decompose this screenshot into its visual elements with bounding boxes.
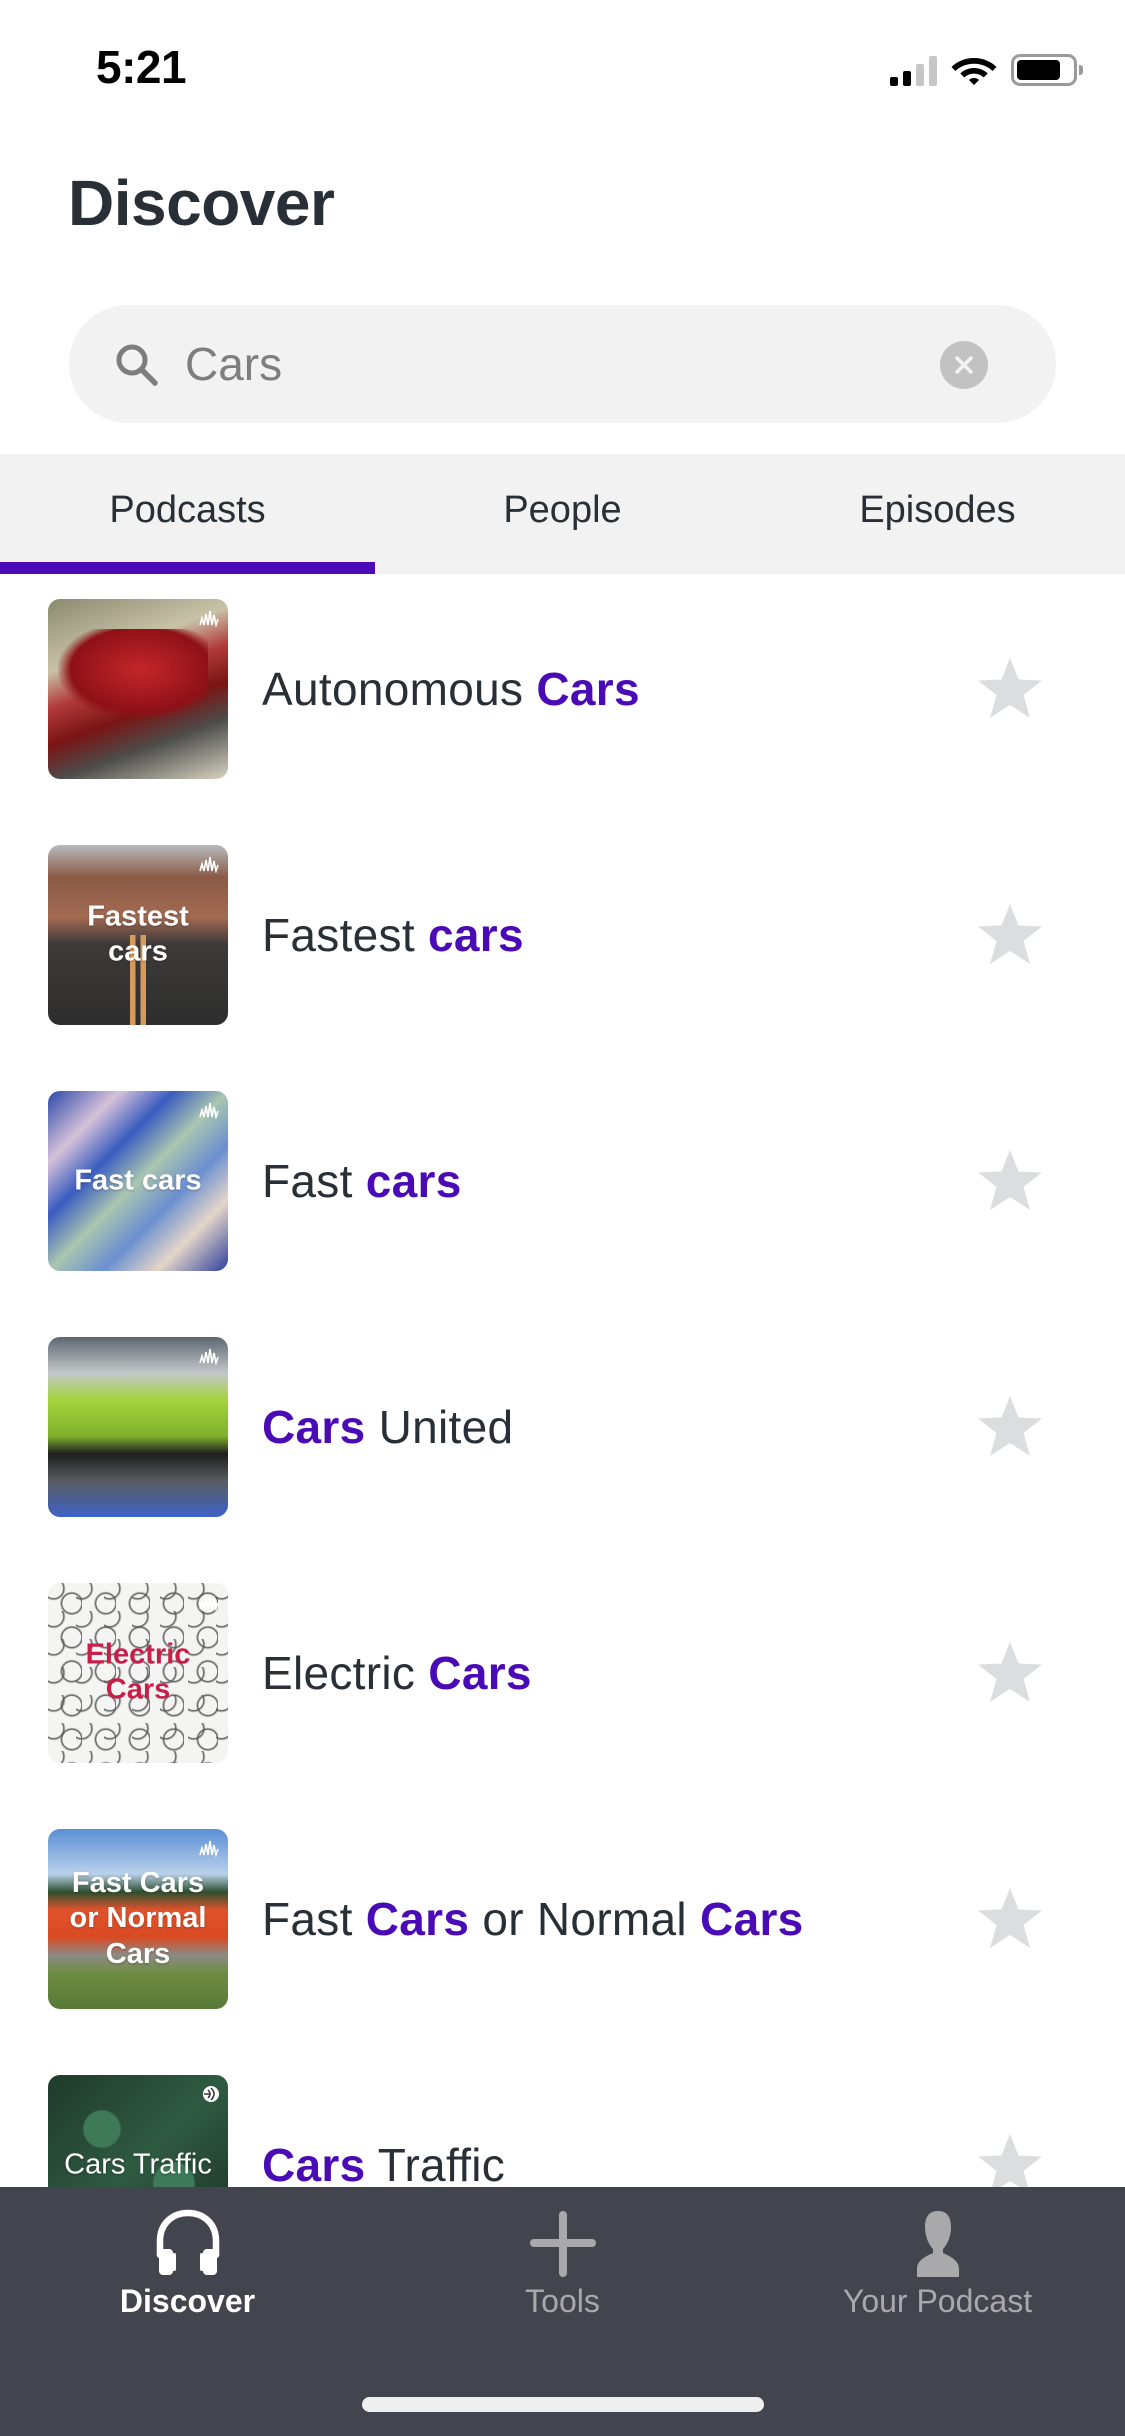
title-text: Fast [262, 1155, 366, 1207]
title-text: Fastest [262, 909, 429, 961]
favorite-star-icon[interactable] [976, 1640, 1044, 1706]
person-icon [916, 2211, 959, 2277]
podcast-title: Fast Cars or Normal Cars [262, 1892, 804, 1946]
title-text: Electric [262, 1647, 429, 1699]
artwork-title: Fastest cars [87, 900, 189, 968]
status-icons [890, 52, 1083, 86]
title-match-highlight: cars [365, 1155, 462, 1207]
podcast-result-row[interactable]: Fast Cars or Normal Cars Fast Cars or Nor… [0, 1804, 1125, 2050]
title-text: Fast [262, 1893, 366, 1945]
tab-podcasts[interactable]: Podcasts [0, 454, 375, 574]
title-match-highlight: cars [428, 909, 524, 961]
title-match-highlight: Cars [365, 1893, 470, 1945]
podcast-artwork: Fast Cars or Normal Cars [48, 1829, 228, 2009]
title-text: Traffic [365, 2139, 506, 2187]
podcast-artwork: Electric Cars [48, 1583, 228, 1763]
signal-bar [929, 56, 937, 86]
anchor-icon [199, 1348, 219, 1365]
podcast-artwork [48, 1337, 228, 1517]
status-bar: 5:21 [0, 0, 1125, 132]
podcast-title: Fastest cars [262, 908, 524, 962]
results-tabs: Podcasts People Episodes [0, 454, 1125, 574]
podcast-artwork: Fastest cars [48, 845, 228, 1025]
podcast-title: Fast cars [262, 1154, 462, 1208]
title-match-highlight: Cars [262, 2139, 366, 2187]
headphones-icon [156, 2209, 219, 2275]
tabbar-label: Your Podcast [842, 2283, 1033, 2319]
podcast-result-row[interactable]: Autonomous Cars [0, 574, 1125, 820]
anchor-icon [199, 1840, 219, 1857]
signal-bar [903, 71, 911, 86]
tabbar-discover[interactable]: Discover [0, 2187, 375, 2337]
podcast-artwork: Fast cars [48, 1091, 228, 1271]
favorite-star-icon[interactable] [976, 656, 1044, 722]
tabbar-label: Discover [119, 2283, 256, 2319]
title-text: or Normal [469, 1893, 701, 1945]
anchor-icon [199, 1102, 219, 1119]
tabbar-your-podcast[interactable]: Your Podcast [750, 2187, 1125, 2337]
podcast-result-row[interactable]: Cars United [0, 1312, 1125, 1558]
podcast-title: Cars United [262, 1400, 513, 1454]
favorite-star-icon[interactable] [976, 1148, 1044, 1214]
favorite-star-icon[interactable] [976, 902, 1044, 968]
page-title: Discover [68, 167, 335, 239]
title-match-highlight: Cars [700, 1893, 804, 1945]
favorite-star-icon[interactable] [976, 2132, 1044, 2187]
tab-people[interactable]: People [375, 454, 750, 574]
battery-icon [1011, 54, 1083, 86]
title-text: United [365, 1401, 514, 1453]
podcast-result-row[interactable]: Electric Cars Electric Cars [0, 1558, 1125, 1804]
podcast-badge-icon [203, 2086, 219, 2102]
signal-bar [890, 77, 898, 86]
anchor-icon [199, 856, 219, 873]
home-indicator[interactable] [362, 2397, 764, 2412]
tab-episodes[interactable]: Episodes [750, 454, 1125, 574]
favorite-star-icon[interactable] [976, 1394, 1044, 1460]
cellular-signal-icon [890, 54, 937, 86]
search-input[interactable] [185, 329, 885, 399]
clear-search-button[interactable] [940, 341, 988, 389]
anchor-icon [199, 610, 219, 627]
podcast-result-row[interactable]: Fastest cars Fastest cars [0, 820, 1125, 1066]
podcast-artwork [48, 599, 228, 779]
podcast-title: Cars Traffic [262, 2138, 505, 2187]
artwork-title: Fast Cars or Normal Cars [69, 1866, 207, 1970]
podcast-result-row[interactable]: Cars Traffic Cars Traffic [0, 2050, 1125, 2187]
podcast-results-list[interactable]: Autonomous Cars Fastest cars Fastest cars F… [0, 574, 1125, 2187]
bottom-tab-bar: Discover Tools Your Podcast [0, 2187, 1125, 2436]
podcast-artwork: Cars Traffic [48, 2075, 228, 2187]
podcast-result-row[interactable]: Fast cars Fast cars [0, 1066, 1125, 1312]
tabbar-tools[interactable]: Tools [375, 2187, 750, 2337]
artwork-title: Electric Cars [85, 1638, 191, 1706]
status-time: 5:21 [96, 41, 187, 93]
favorite-star-icon[interactable] [976, 1886, 1044, 1952]
tabbar-label: Tools [525, 2283, 600, 2319]
search-bar[interactable] [69, 305, 1056, 423]
title-text: Autonomous [262, 663, 537, 715]
artwork-title: Fast cars [74, 1164, 202, 1197]
title-match-highlight: Cars [262, 1401, 366, 1453]
plus-icon [529, 2211, 596, 2277]
title-match-highlight: Cars [428, 1647, 532, 1699]
signal-bar [916, 64, 924, 86]
artwork-title: Cars Traffic [64, 2148, 212, 2181]
title-match-highlight: Cars [536, 663, 640, 715]
podcast-title: Electric Cars [262, 1646, 532, 1700]
anchor-icon [199, 1594, 219, 1611]
wifi-icon [951, 58, 997, 85]
search-icon [116, 344, 158, 386]
clear-circle-icon [955, 356, 973, 374]
podcast-title: Autonomous Cars [262, 662, 640, 716]
